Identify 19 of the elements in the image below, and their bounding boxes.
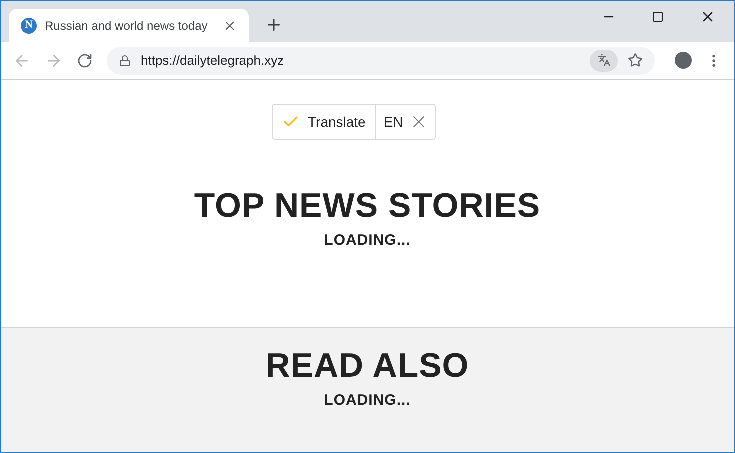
loading-text: LOADING... xyxy=(324,391,411,411)
new-tab-icon[interactable] xyxy=(265,16,283,34)
url-text: https://dailytelegraph.xyz xyxy=(141,52,286,70)
language-code: EN xyxy=(382,112,404,132)
translate-icon xyxy=(598,54,610,67)
browser-tab[interactable]: N Russian and world news today xyxy=(9,9,249,42)
translate-widget-button[interactable]: Translate xyxy=(273,105,376,139)
reload-icon[interactable] xyxy=(77,52,93,68)
loading-text: LOADING... xyxy=(324,231,411,251)
section-heading: READ ALSO xyxy=(266,346,470,386)
favicon: N xyxy=(21,18,37,34)
translate-button[interactable] xyxy=(590,50,618,72)
bookmark-icon[interactable] xyxy=(628,53,643,68)
section-heading: TOP NEWS STORIES xyxy=(194,186,541,226)
tab-title: Russian and world news today xyxy=(45,18,209,34)
lock-icon xyxy=(119,54,131,66)
maximize-icon[interactable] xyxy=(652,11,664,23)
profile-icon[interactable] xyxy=(675,52,692,69)
address-bar[interactable]: https://dailytelegraph.xyz xyxy=(107,46,655,74)
